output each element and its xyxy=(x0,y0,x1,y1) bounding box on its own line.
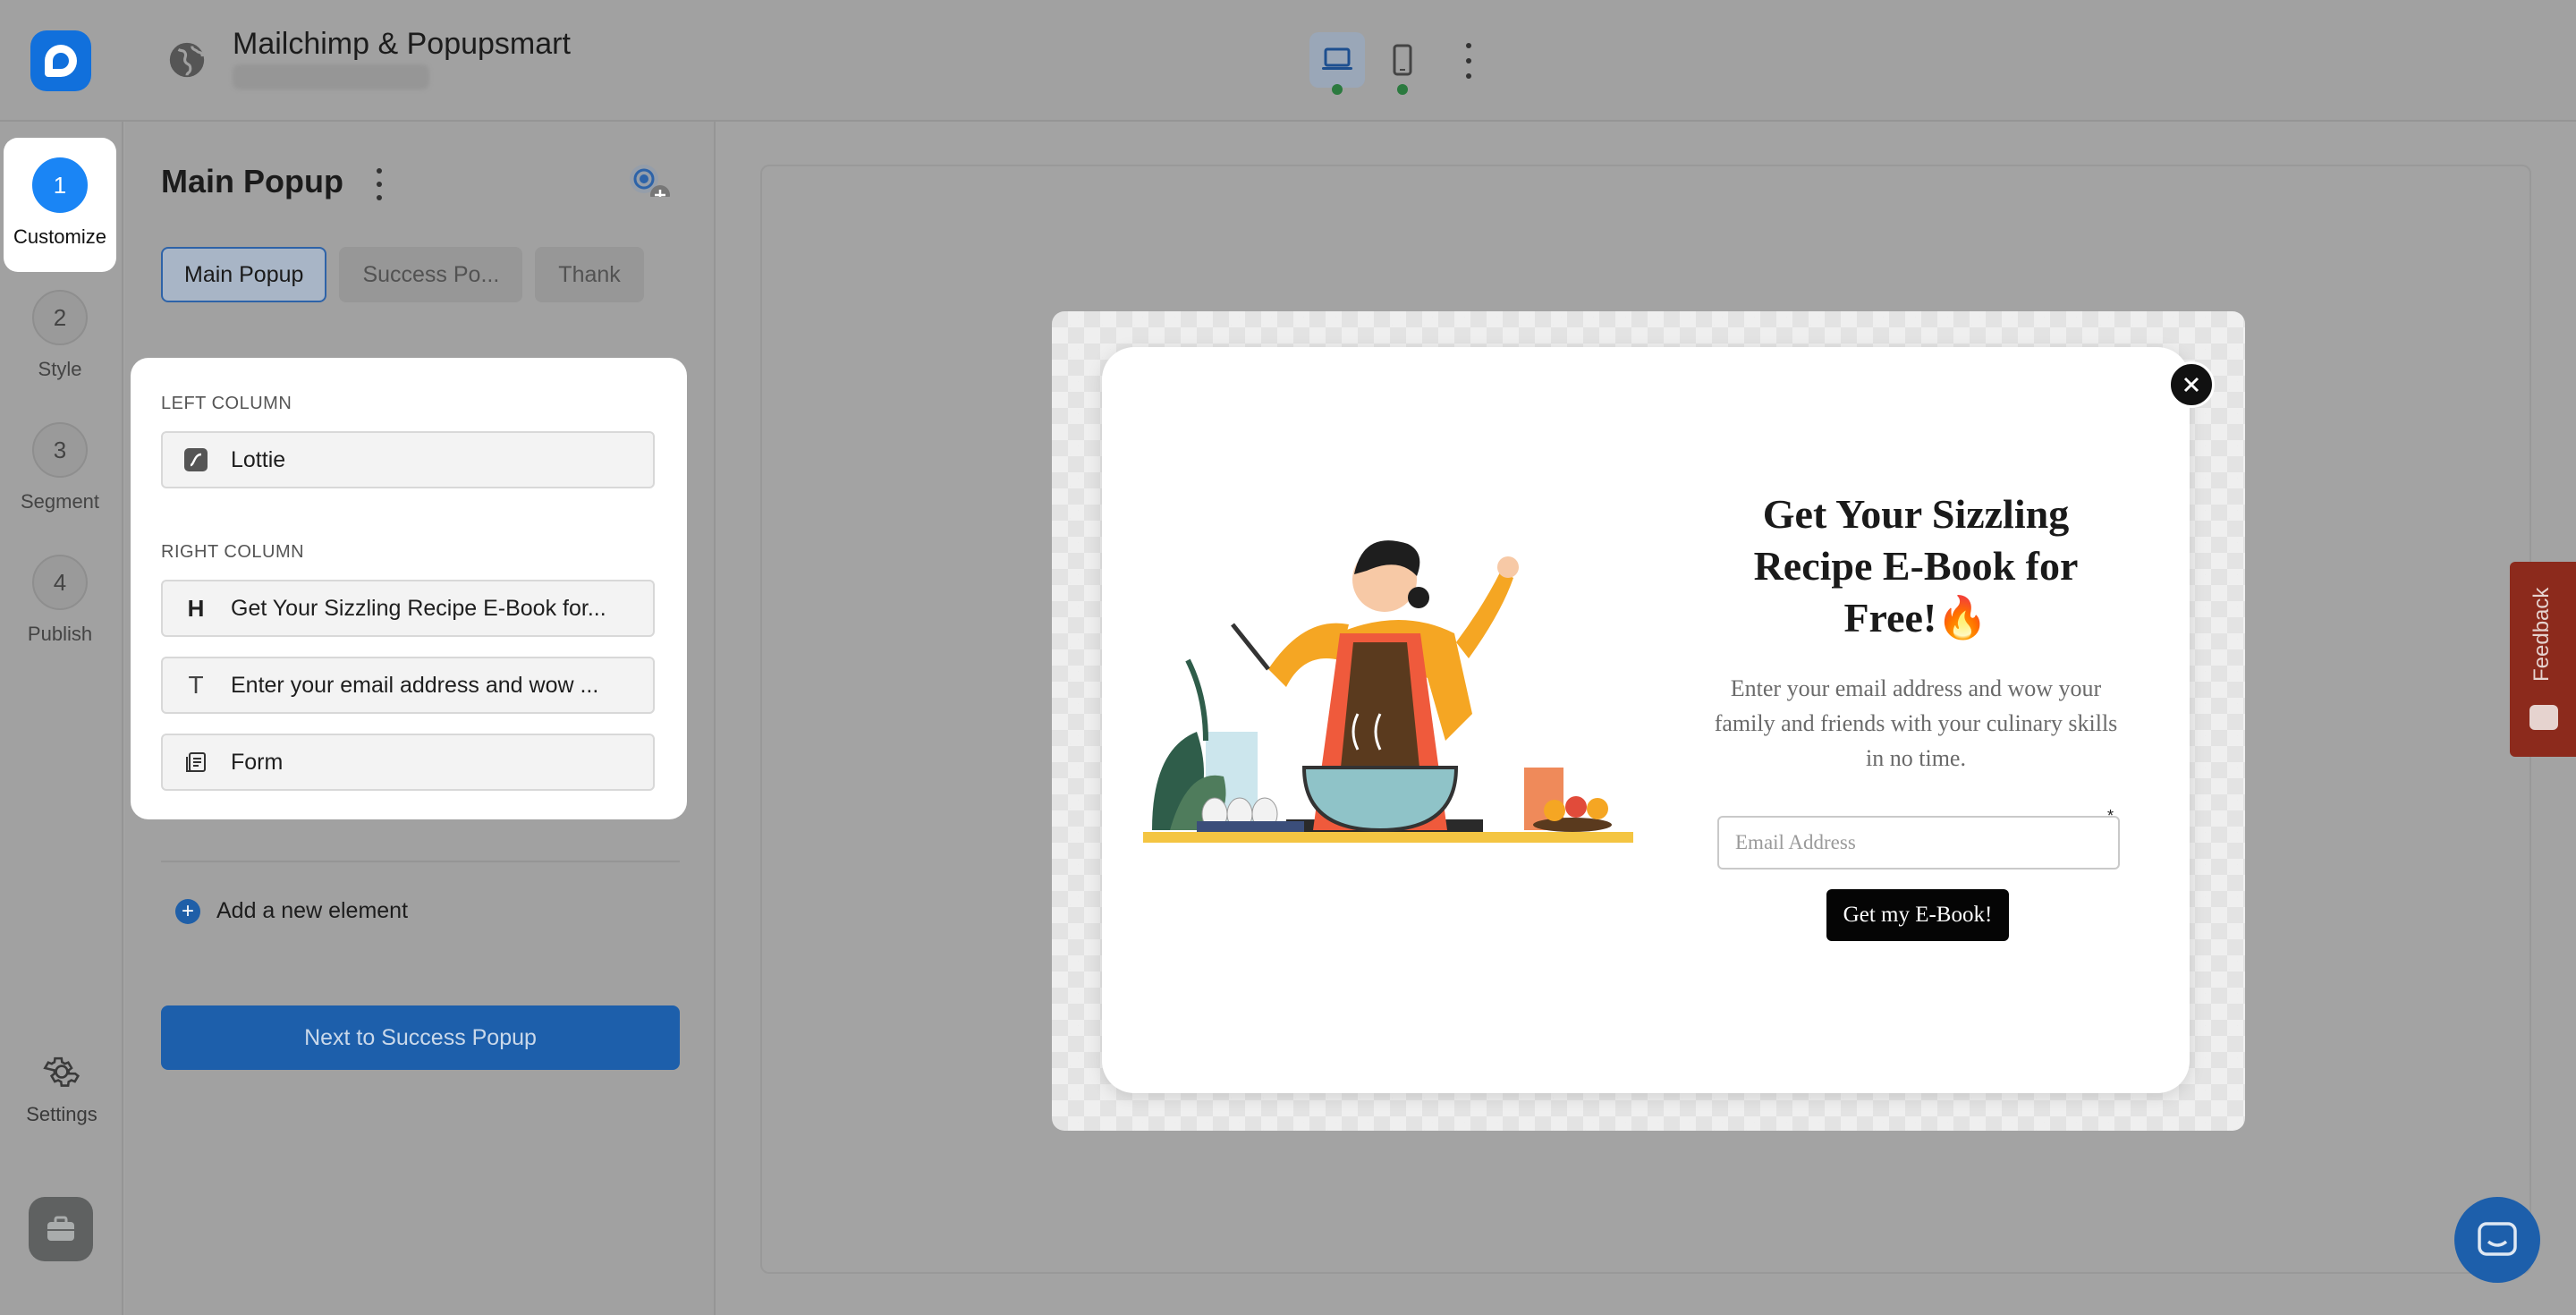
left-column-label: LEFT COLUMN xyxy=(161,394,292,413)
gear-icon xyxy=(43,1056,80,1087)
step-customize[interactable]: 1 Customize xyxy=(4,138,116,272)
feedback-tab[interactable]: Feedback xyxy=(2510,562,2576,757)
briefcase-icon xyxy=(47,1216,74,1241)
more-options-icon[interactable] xyxy=(1458,43,1479,79)
element-label: Get Your Sizzling Recipe E-Book for... xyxy=(231,595,606,621)
top-bar: Mailchimp & Popupsmart xyxy=(0,0,2576,122)
tab-success-popup[interactable]: Success Po... xyxy=(339,247,523,302)
site-title: Mailchimp & Popupsmart xyxy=(233,27,571,61)
element-text[interactable]: T Enter your email address and wow ... xyxy=(161,657,655,714)
settings-button[interactable]: Settings xyxy=(0,1052,123,1126)
step-label: Style xyxy=(38,358,82,380)
element-lottie[interactable]: Lottie xyxy=(161,431,655,488)
right-column-label: RIGHT COLUMN xyxy=(161,542,305,562)
briefcase-button[interactable] xyxy=(29,1197,93,1261)
elements-card: LEFT COLUMN Lottie RIGHT COLUMN H Get Yo… xyxy=(131,358,687,819)
desktop-preview-button[interactable] xyxy=(1309,32,1365,88)
popupsmart-logo[interactable] xyxy=(30,30,91,91)
panel-divider xyxy=(161,861,680,862)
next-to-success-button[interactable]: Next to Success Popup xyxy=(161,1005,680,1070)
step-style[interactable]: 2 Style xyxy=(4,270,116,404)
lottie-icon xyxy=(182,446,209,473)
kebab-icon[interactable] xyxy=(369,168,390,200)
element-label: Form xyxy=(231,749,284,775)
add-element-label: Add a new element xyxy=(216,898,409,923)
feedback-label: Feedback xyxy=(2529,587,2554,682)
popup-description: Enter your email address and wow your fa… xyxy=(1714,675,2118,771)
plus-icon: + xyxy=(175,898,200,924)
settings-label: Settings xyxy=(26,1103,97,1125)
popup-tabs: Main Popup Success Po... Thank xyxy=(161,247,676,302)
desktop-icon xyxy=(1322,47,1352,70)
step-publish[interactable]: 4 Publish xyxy=(4,535,116,669)
chat-icon xyxy=(2478,1222,2517,1256)
tab-thank-you[interactable]: Thank xyxy=(535,247,644,302)
step-label: Segment xyxy=(20,490,100,513)
get-ebook-button[interactable]: Get my E-Book! xyxy=(1826,889,2009,941)
element-label: Lottie xyxy=(231,446,286,472)
email-field[interactable] xyxy=(1717,816,2120,870)
form-icon xyxy=(182,749,209,776)
step-number: 4 xyxy=(32,555,88,610)
close-icon[interactable] xyxy=(2168,361,2215,408)
step-label: Customize xyxy=(13,225,106,248)
chat-launcher-button[interactable] xyxy=(2454,1197,2540,1283)
element-form[interactable]: Form xyxy=(161,734,655,791)
text-icon: T xyxy=(188,671,204,699)
mobile-status-dot xyxy=(1397,84,1408,95)
panel-title: Main Popup xyxy=(161,163,343,199)
popup-preview: Get Your Sizzling Recipe E-Book for Free… xyxy=(1102,347,2215,1093)
desktop-status-dot xyxy=(1332,84,1343,95)
add-element-button[interactable]: + Add a new element xyxy=(175,898,408,924)
site-url-blurred xyxy=(233,64,429,89)
step-segment[interactable]: 3 Segment xyxy=(4,403,116,537)
step-number: 1 xyxy=(32,157,88,213)
mobile-icon xyxy=(1393,44,1412,76)
step-number: 3 xyxy=(32,422,88,478)
feedback-face-icon xyxy=(2529,705,2558,730)
steps-rail: 1 Customize 2 Style 3 Segment 4 Publish … xyxy=(0,122,123,1315)
cooking-illustration xyxy=(1143,540,1633,843)
heading-icon: H xyxy=(187,594,205,622)
globe-icon xyxy=(169,42,205,78)
target-add-icon[interactable] xyxy=(621,143,674,197)
step-label: Publish xyxy=(27,623,93,645)
tab-main-popup[interactable]: Main Popup xyxy=(161,247,327,302)
required-marker: * xyxy=(2107,807,2114,825)
popup-heading: Get Your Sizzling Recipe E-Book for Free… xyxy=(1753,491,2079,641)
step-number: 2 xyxy=(32,290,88,345)
mobile-preview-button[interactable] xyxy=(1375,32,1430,88)
element-label: Enter your email address and wow ... xyxy=(231,672,599,698)
element-heading[interactable]: H Get Your Sizzling Recipe E-Book for... xyxy=(161,580,655,637)
